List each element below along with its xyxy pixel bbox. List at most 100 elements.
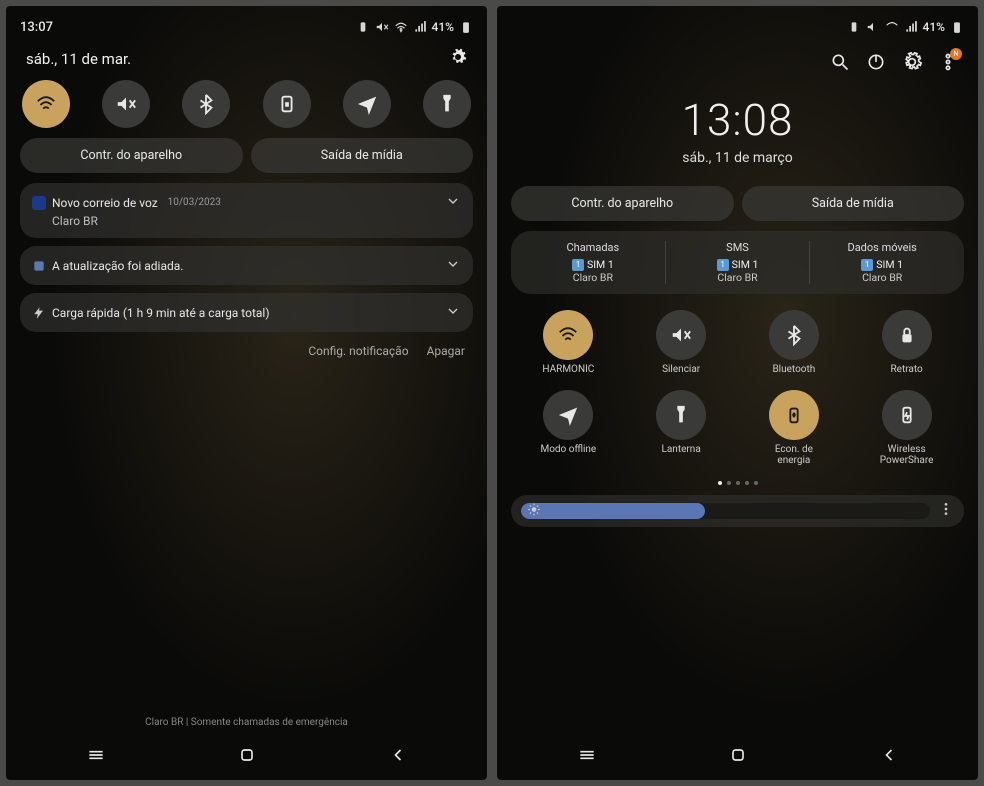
battery-icon <box>459 20 473 34</box>
tile-powersave[interactable]: Econ. de energia <box>741 390 848 467</box>
brightness-row <box>511 495 964 527</box>
more-button[interactable]: N <box>938 52 958 76</box>
tile-label: Retrato <box>891 364 923 376</box>
recents-button[interactable] <box>577 745 597 769</box>
tile-label: HARMONIC <box>542 364 594 376</box>
toggle-airplane[interactable] <box>343 80 391 128</box>
sim-number-icon: 1 <box>572 259 584 271</box>
carrier-text: Claro BR | Somente chamadas de emergênci… <box>20 709 473 736</box>
device-controls-button[interactable]: Contr. do aparelho <box>20 138 243 173</box>
nav-bar <box>511 738 964 776</box>
bolt-icon <box>32 306 46 320</box>
sim-col-data[interactable]: Dados móveis 1SIM 1 Claro BR <box>810 241 954 284</box>
clock-large: 13:08 <box>511 94 964 146</box>
battery-text: 41% <box>432 20 454 34</box>
sim-card-panel[interactable]: Chamadas 1SIM 1 Claro BR SMS 1SIM 1 Clar… <box>511 231 964 294</box>
status-bar: 13:07 41% <box>20 16 473 38</box>
page-dot <box>745 481 749 485</box>
gear-icon <box>449 48 467 66</box>
flashlight-icon <box>436 93 458 115</box>
battery-saver-icon <box>356 20 370 34</box>
notification-voicemail[interactable]: Novo correio de voz 10/03/2023 Claro BR <box>20 183 473 238</box>
sim-header: Dados móveis <box>810 241 954 254</box>
tile-label: Lanterna <box>661 444 700 456</box>
sim-carrier: Claro BR <box>810 271 954 284</box>
sim-label: SIM 1 <box>587 258 614 271</box>
power-icon <box>866 52 886 72</box>
notification-title: Carga rápida (1 h 9 min até a carga tota… <box>52 306 270 320</box>
voicemail-app-icon <box>32 196 46 210</box>
search-button[interactable] <box>830 52 850 76</box>
mute-icon <box>866 20 880 34</box>
toggle-rotation[interactable] <box>263 80 311 128</box>
tile-flashlight[interactable]: Lanterna <box>628 390 735 467</box>
toggle-bluetooth[interactable] <box>182 80 230 128</box>
notification-charging[interactable]: Carga rápida (1 h 9 min até a carga tota… <box>20 293 473 332</box>
expand-button[interactable] <box>445 303 461 322</box>
tile-powershare[interactable]: Wireless PowerShare <box>853 390 960 467</box>
lock-icon <box>896 324 918 346</box>
toggle-wifi[interactable] <box>22 80 70 128</box>
tile-wifi[interactable]: HARMONIC <box>515 310 622 376</box>
sim-header: SMS <box>666 241 810 254</box>
sun-icon <box>527 503 541 519</box>
notification-title: Novo correio de voz <box>52 196 158 210</box>
status-bar: 41% <box>511 16 964 38</box>
home-button[interactable] <box>237 745 257 769</box>
notification-update[interactable]: A atualização foi adiada. <box>20 246 473 285</box>
status-icons: 41% <box>847 20 964 34</box>
page-dot <box>718 481 722 485</box>
power-button[interactable] <box>866 52 886 76</box>
recents-button[interactable] <box>86 745 106 769</box>
settings-button[interactable] <box>902 52 922 76</box>
back-button[interactable] <box>388 745 408 769</box>
page-dot <box>736 481 740 485</box>
page-dot <box>754 481 758 485</box>
airplane-icon <box>356 93 378 115</box>
sim-col-sms[interactable]: SMS 1SIM 1 Claro BR <box>666 241 811 284</box>
brightness-fill <box>521 503 705 519</box>
tile-portrait[interactable]: Retrato <box>853 310 960 376</box>
notification-settings-button[interactable]: Config. notificação <box>308 344 408 358</box>
nav-bar <box>20 738 473 776</box>
device-controls-button[interactable]: Contr. do aparelho <box>511 186 734 221</box>
tile-sound[interactable]: Silenciar <box>628 310 735 376</box>
back-button[interactable] <box>879 745 899 769</box>
date-row: sáb., 11 de mar. <box>26 48 467 70</box>
battery-saver-icon <box>847 20 861 34</box>
home-button[interactable] <box>728 745 748 769</box>
tile-bluetooth[interactable]: Bluetooth <box>741 310 848 376</box>
expand-button[interactable] <box>445 256 461 275</box>
search-icon <box>830 52 850 72</box>
phone-right: 41% N 13:08 sáb., 11 de março Contr. do … <box>497 6 978 780</box>
media-output-button[interactable]: Saída de mídia <box>251 138 474 173</box>
notification-date: 10/03/2023 <box>168 197 221 208</box>
sim-label: SIM 1 <box>876 258 903 271</box>
status-icons: 41% <box>356 20 473 34</box>
wifi-icon <box>557 324 579 346</box>
sim-carrier: Claro BR <box>521 271 665 284</box>
toggle-flashlight[interactable] <box>423 80 471 128</box>
lock-rotation-icon <box>276 93 298 115</box>
tile-label: Econ. de energia <box>759 444 829 467</box>
tile-airplane[interactable]: Modo offline <box>515 390 622 467</box>
expand-button[interactable] <box>445 193 461 212</box>
sim-carrier: Claro BR <box>666 271 810 284</box>
flashlight-icon <box>670 404 692 426</box>
clock-text: 13:07 <box>20 20 53 35</box>
settings-button[interactable] <box>449 48 467 70</box>
media-output-button[interactable]: Saída de mídia <box>742 186 965 221</box>
sim-header: Chamadas <box>521 241 665 254</box>
brightness-slider[interactable] <box>521 503 930 519</box>
mute-icon <box>115 93 137 115</box>
clear-all-button[interactable]: Apagar <box>427 344 465 358</box>
tile-label: Wireless PowerShare <box>872 444 942 467</box>
toggle-sound[interactable] <box>102 80 150 128</box>
brightness-more-button[interactable] <box>938 501 954 521</box>
mute-icon <box>375 20 389 34</box>
sim-col-calls[interactable]: Chamadas 1SIM 1 Claro BR <box>521 241 666 284</box>
wifi-icon <box>35 93 57 115</box>
panel-top-icons: N <box>517 52 958 76</box>
airplane-icon <box>557 404 579 426</box>
date-text: sáb., 11 de mar. <box>26 50 131 68</box>
